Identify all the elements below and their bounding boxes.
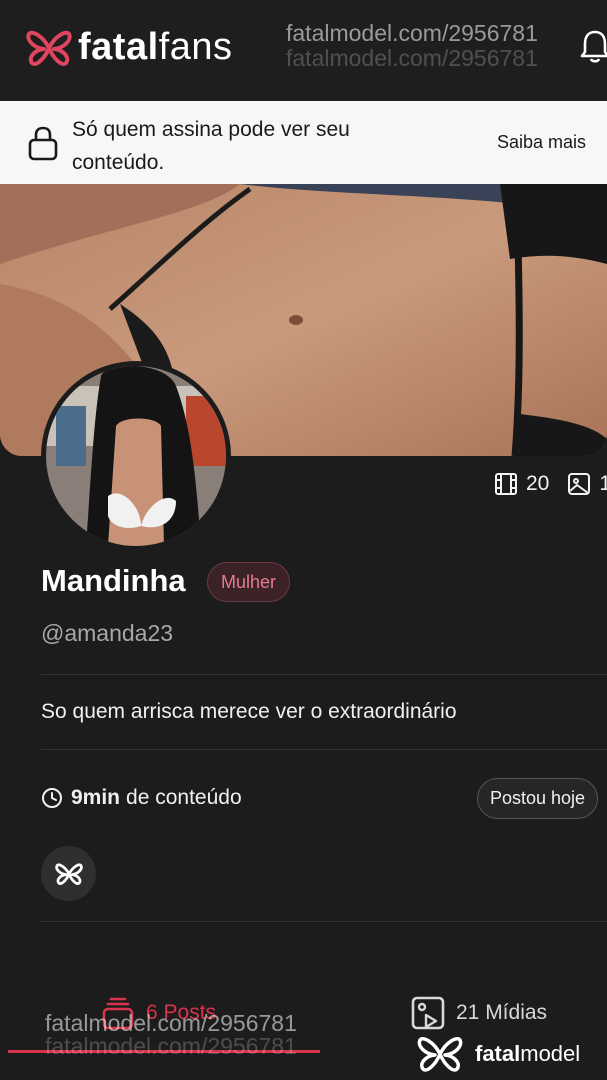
duration-label: de conteúdo [126, 786, 242, 809]
profile-handle: @amanda23 [41, 620, 174, 646]
fatalmodel-watermark-logo: fatalmodel [415, 1034, 580, 1074]
posted-today-chip: Postou hoje [477, 778, 599, 819]
watermark-text-shadow: fatalmodel.com/2956781 [45, 1033, 297, 1059]
butterfly-icon [54, 863, 83, 885]
gender-badge: Mulher [207, 562, 291, 602]
watermark-brand: fatalmodel [475, 1041, 580, 1067]
fatalfans-logo[interactable]: fatalfans [26, 26, 232, 69]
watermark-text: fatalmodel.com/2956781 [286, 20, 538, 46]
butterfly-logo-icon [26, 30, 72, 66]
tab-midias-label: 21 Mídias [456, 1001, 548, 1024]
butterfly-watermark-icon [417, 1037, 463, 1072]
notice-text: Só quem assina pode ver seu conteúdo. [72, 118, 350, 174]
tab-midias[interactable]: 21 Mídias [410, 995, 547, 1031]
film-icon [495, 473, 517, 495]
media-stats: 20 1 [494, 472, 607, 496]
photo-count: 1 [599, 472, 607, 495]
profile-name: Mandinha [41, 563, 186, 598]
profile-bio: So quem arrisca merece ver o extraordiná… [41, 700, 457, 723]
watermark-text-shadow: fatalmodel.com/2956781 [286, 45, 538, 71]
media-icon [411, 996, 445, 1030]
lock-icon [28, 126, 58, 161]
app-header: fatalfans fatalmodel.com/2956781 fatalmo… [0, 0, 607, 101]
brand-name: fatalfans [78, 26, 232, 69]
profile-avatar[interactable] [41, 361, 231, 551]
watermark-brand-bold: fatal [475, 1041, 521, 1066]
divider [41, 674, 607, 675]
divider [41, 749, 607, 750]
video-count: 20 [526, 472, 550, 495]
learn-more-link[interactable]: Saiba mais [497, 132, 586, 153]
image-icon [568, 473, 591, 495]
content-duration: 9min de conteúdo [41, 786, 242, 810]
fatalmodel-link-button[interactable] [41, 846, 96, 901]
watermark-brand-light: model [520, 1041, 581, 1066]
clock-icon [42, 788, 62, 808]
brand-bold: fatal [78, 26, 159, 68]
brand-light: fans [158, 26, 233, 68]
divider [41, 921, 607, 922]
bell-icon[interactable] [580, 28, 607, 64]
duration-value: 9min [71, 786, 121, 809]
subscription-notice: Só quem assina pode ver seu conteúdo. Sa… [0, 101, 607, 184]
